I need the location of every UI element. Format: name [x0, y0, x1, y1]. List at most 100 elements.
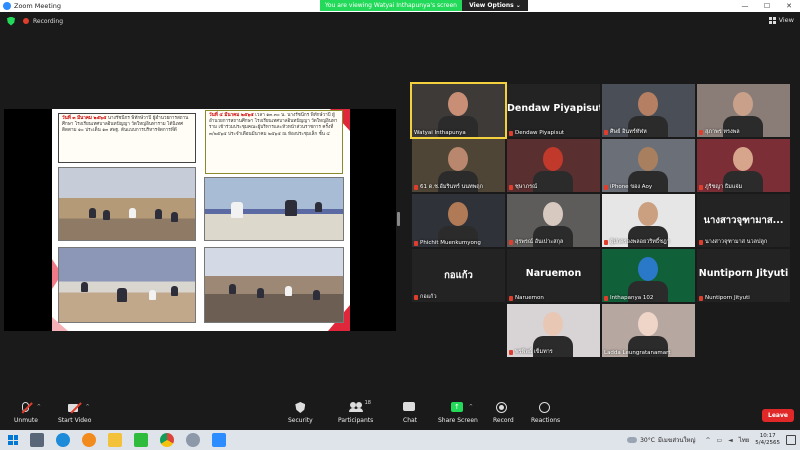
participant-tile[interactable]: นางสาวจุฑามาส... นางสาวจุฑามาส นวลปลูก	[697, 194, 790, 247]
slide-date-2: วันที่ ๔ มีนาคม ๒๕๖๕	[209, 113, 254, 118]
clock-time: 10:17	[759, 433, 776, 439]
split-divider-handle[interactable]	[397, 212, 400, 226]
participant-name-label: สุรพรณ์ อันเปาะสกุล	[509, 238, 563, 246]
weather-desc[interactable]: มีเมฆส่วนใหญ่	[658, 435, 696, 445]
chat-button[interactable]: Chat	[403, 402, 417, 424]
participant-head	[733, 92, 753, 116]
zoom-taskbar-icon[interactable]	[212, 433, 226, 447]
muted-mic-icon	[414, 184, 418, 190]
participant-tile[interactable]: สุภาพร ทรงพล	[697, 84, 790, 137]
unmute-button[interactable]: ^ Unmute	[14, 402, 41, 424]
participant-display-name: Nuntiporn Jityuti	[698, 268, 789, 279]
shield-icon	[293, 402, 307, 414]
participant-tile[interactable]: Dendaw Piyapisut Dendaw Piyapisut	[507, 84, 600, 137]
record-button[interactable]: Record	[493, 402, 514, 424]
participants-button[interactable]: 18 Participants	[338, 400, 373, 424]
start-video-button[interactable]: ^ Start Video	[58, 402, 91, 424]
chrome-icon[interactable]	[160, 433, 174, 447]
maximize-button[interactable]: ☐	[756, 0, 778, 12]
participant-tile[interactable]: ศิษย์ อินทร์ทัฬห	[602, 84, 695, 137]
edge-icon[interactable]	[56, 433, 70, 447]
participant-name-label: กอแก้ว	[414, 293, 437, 301]
participant-tile[interactable]: ชุษาภรณ์	[507, 139, 600, 192]
participant-tile[interactable]: สุรพรณ์ อันเปาะสกุล	[507, 194, 600, 247]
participant-name: สุรพรณ์ อันเปาะสกุล	[515, 239, 564, 245]
participant-tile[interactable]: 61 ด.ช.อัมรินทร์ นนทพฤก	[412, 139, 505, 192]
status-row: Recording View	[0, 13, 800, 29]
share-screen-label: Share Screen	[438, 417, 478, 424]
participant-head	[543, 312, 563, 336]
unmute-label: Unmute	[14, 417, 38, 424]
muted-mic-icon	[604, 239, 608, 245]
recording-label: Recording	[33, 17, 64, 25]
participant-tile[interactable]: Nuntiporn Jityuti Nuntiporn Jityuti	[697, 249, 790, 302]
participant-name-label: Phichit Muenkumyong	[414, 240, 481, 246]
language-indicator[interactable]: ไทย	[739, 435, 750, 445]
meeting-photo-3	[58, 247, 196, 323]
participants-icon: 18	[348, 400, 371, 414]
windows-logo-icon	[8, 435, 18, 445]
participant-name-label: ชุษาภรณ์	[509, 183, 537, 191]
muted-mic-icon	[509, 295, 513, 301]
participant-display-name: Naruemon	[525, 268, 582, 279]
minimize-button[interactable]: —	[734, 0, 756, 12]
participant-tile[interactable]: Inthapanya 102	[602, 249, 695, 302]
reactions-label: Reactions	[531, 417, 561, 424]
participant-name: ศิษย์ อินทร์ทัฬห	[610, 129, 647, 135]
muted-mic-icon	[509, 239, 513, 245]
view-options-button[interactable]: View Options ⌄	[462, 0, 528, 11]
participant-head	[638, 202, 658, 226]
participant-count: 18	[364, 400, 371, 406]
leave-button[interactable]: Leave	[762, 409, 794, 422]
meeting-photo-2	[204, 177, 344, 241]
line-app-icon[interactable]	[134, 433, 148, 447]
participant-head	[733, 147, 753, 171]
participant-name-label: พรพิพย์ เข็มทาร	[509, 348, 553, 356]
participant-tile[interactable]: ผู้ปกครองพลอยวริทธิ์ชฎา	[602, 194, 695, 247]
shared-screen[interactable]: วันที่ ๓ มีนาคม ๒๕๖๕ นางรัชนีกร พิทักษ์ว…	[4, 109, 396, 331]
close-button[interactable]: ✕	[778, 0, 800, 12]
clock[interactable]: 10:17 5/4/2565	[755, 433, 780, 447]
muted-mic-icon	[699, 295, 703, 301]
task-view-icon[interactable]	[30, 433, 44, 447]
participant-tile[interactable]: กอแก้ว กอแก้ว	[412, 249, 505, 302]
file-explorer-icon[interactable]	[108, 433, 122, 447]
zoom-logo-icon	[3, 2, 11, 10]
security-button[interactable]: Security	[288, 402, 313, 424]
participant-name-label: ภูริชญา ธิมแจ่ม	[699, 183, 742, 191]
volume-icon[interactable]: ◄	[728, 437, 733, 444]
participant-display-name: Dendaw Piyapisut	[507, 103, 600, 114]
participant-name: ชุษาภรณ์	[515, 184, 538, 190]
participant-tile[interactable]: Ladda Leungratanamart	[602, 304, 695, 357]
start-button[interactable]	[6, 433, 20, 447]
viewing-banner: You are viewing Watyai Inthapunya's scre…	[320, 0, 528, 11]
participant-tile[interactable]: Naruemon Naruemon	[507, 249, 600, 302]
participant-tile[interactable]: Phichit Muenkumyong	[412, 194, 505, 247]
firefox-icon[interactable]	[82, 433, 96, 447]
notification-icon[interactable]	[786, 435, 796, 445]
weather-temp[interactable]: 30°C	[640, 437, 655, 444]
participant-name: กอแก้ว	[420, 294, 437, 300]
participant-head	[638, 257, 658, 281]
tray-overflow-icon[interactable]: ^	[705, 437, 710, 444]
participant-name-label: ผู้ปกครองพลอยวริทธิ์ชฎา	[604, 238, 670, 246]
video-off-icon: ^	[67, 402, 90, 414]
viewing-message: You are viewing Watyai Inthapunya's scre…	[320, 0, 462, 11]
muted-mic-icon	[414, 294, 418, 300]
reactions-icon	[538, 402, 553, 414]
participant-tile[interactable]: iPhone ของ Aoy	[602, 139, 695, 192]
muted-mic-icon: ^	[19, 402, 41, 414]
muted-mic-icon	[509, 130, 513, 136]
encryption-shield-icon[interactable]	[7, 16, 15, 26]
weather-cloud-icon	[627, 437, 638, 443]
app-icon[interactable]	[186, 433, 200, 447]
participant-head	[638, 312, 658, 336]
view-button[interactable]: View	[768, 16, 794, 24]
reactions-button[interactable]: Reactions	[531, 402, 560, 424]
participant-tile[interactable]: ภูริชญา ธิมแจ่ม	[697, 139, 790, 192]
share-screen-button[interactable]: ↑ ^ Share Screen	[438, 402, 478, 424]
participant-name: Watyai Inthapunya	[414, 130, 466, 136]
participant-tile[interactable]: พรพิพย์ เข็มทาร	[507, 304, 600, 357]
participant-tile[interactable]: Watyai Inthapunya	[410, 82, 507, 139]
network-icon[interactable]: ▭	[717, 437, 723, 444]
